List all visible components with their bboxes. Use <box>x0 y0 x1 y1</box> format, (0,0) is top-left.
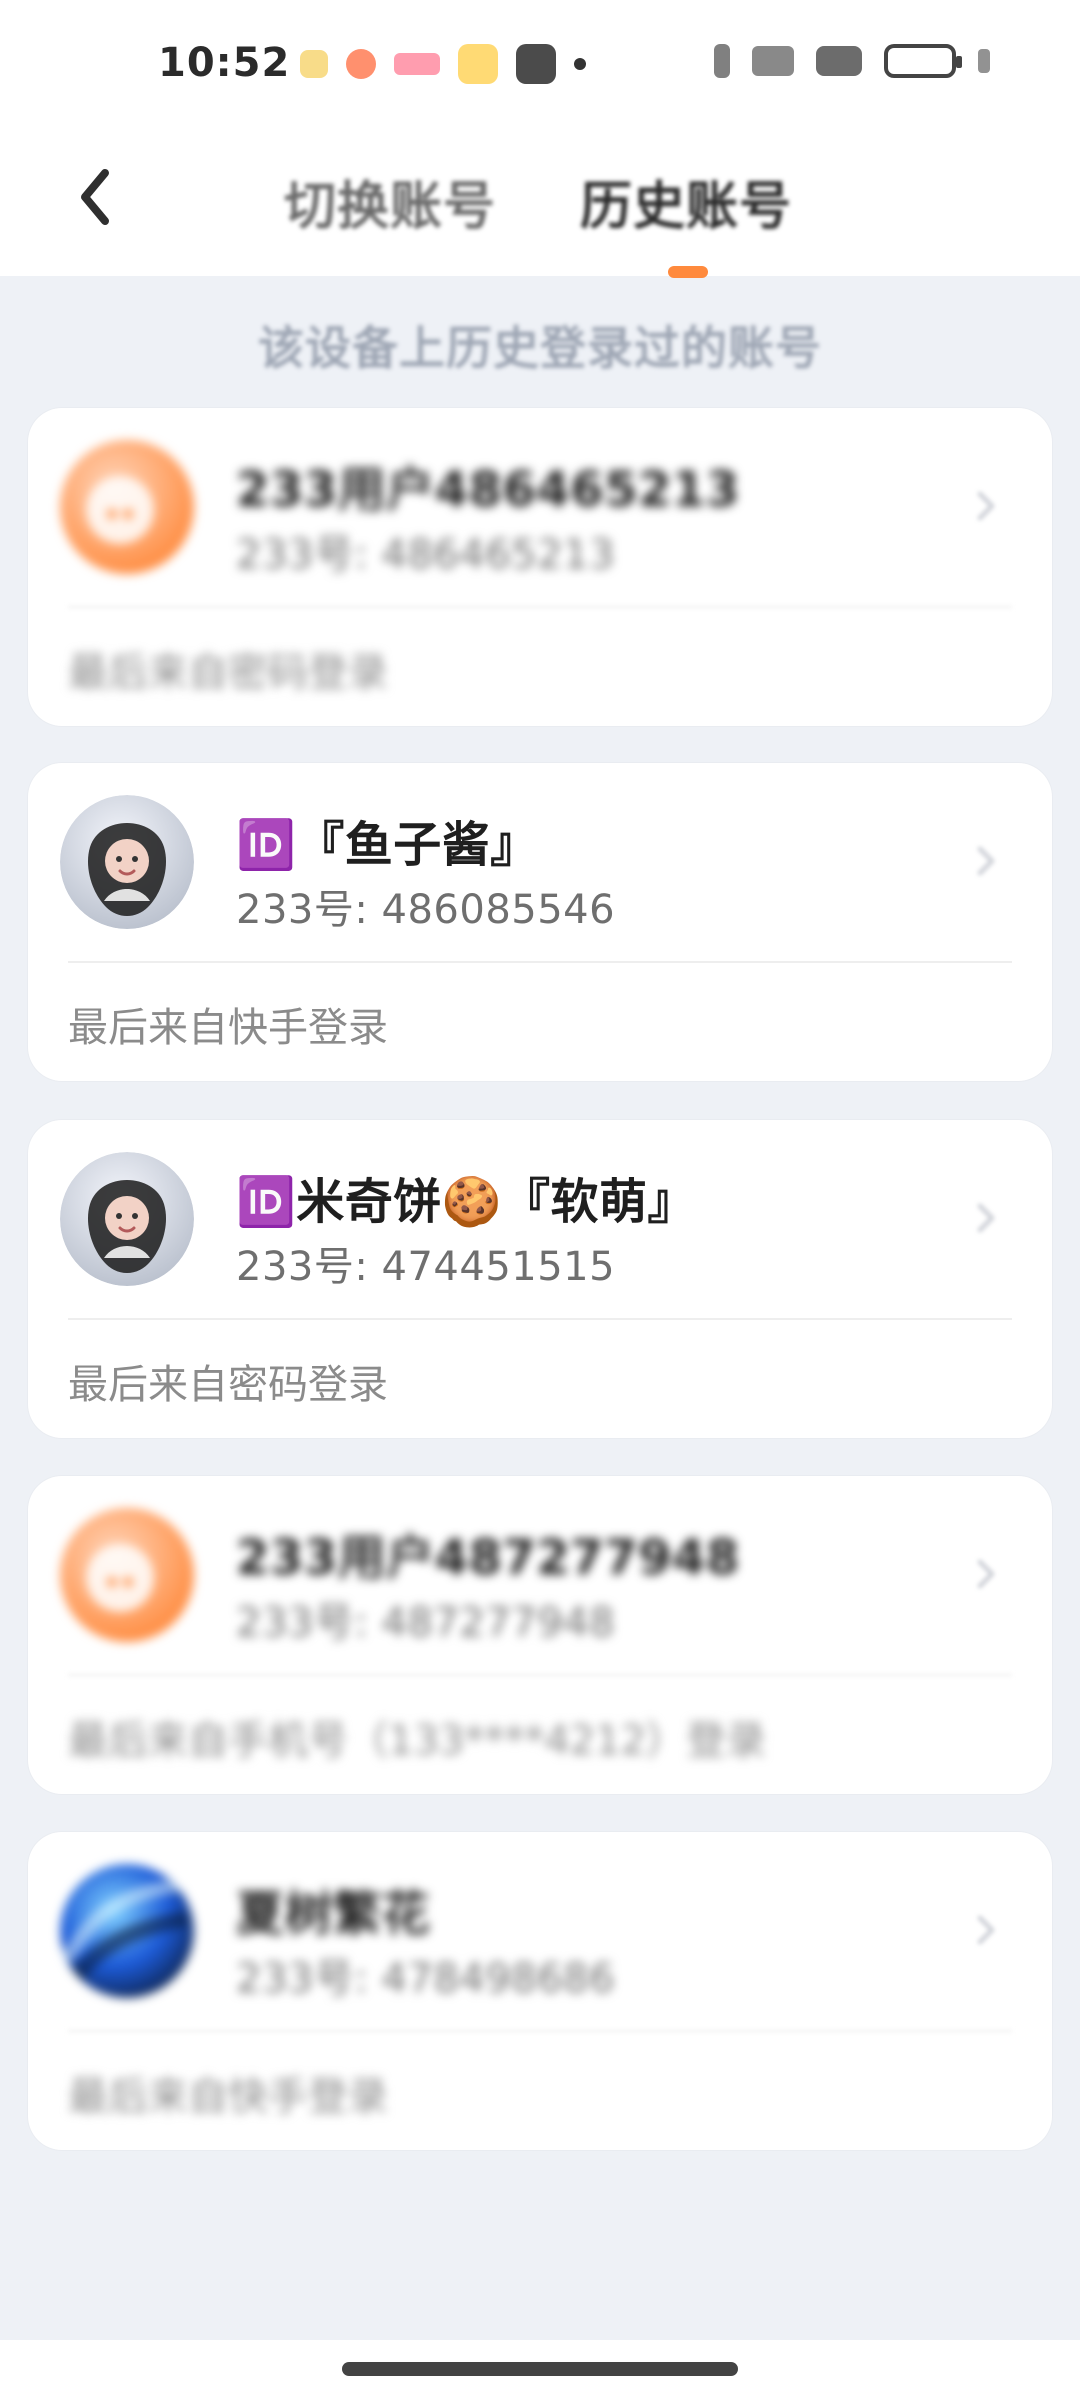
app-icon <box>458 44 498 84</box>
chevron-right-icon <box>977 1203 995 1233</box>
chevron-right-icon <box>977 846 995 876</box>
card-divider <box>68 606 1012 608</box>
account-card[interactable]: 233用户486465213 233号: 486465213 最后来自密码登录 <box>28 408 1052 726</box>
account-card[interactable]: 233用户487277948 233号: 487277948 最后来自手机号（1… <box>28 1476 1052 1794</box>
chevron-right-icon <box>977 491 995 521</box>
last-login-text: 最后来自快手登录 <box>68 1005 388 1051</box>
last-login-text: 最后来自快手登录 <box>68 2074 388 2120</box>
notification-dot-icon <box>574 58 586 70</box>
last-login-text: 最后来自手机号（133****4212）登录 <box>68 1718 767 1764</box>
avatar <box>60 1508 194 1642</box>
default-avatar-icon <box>60 1508 194 1642</box>
charging-icon <box>978 49 990 73</box>
account-uid: 233号: 486465213 <box>236 532 616 578</box>
account-name: 🆔米奇饼🍪『软萌』 <box>236 1174 697 1230</box>
chevron-right-icon <box>977 1559 995 1589</box>
card-divider <box>68 1318 1012 1320</box>
top-bar: 10:52 切换账号 历史账号 <box>0 0 1080 278</box>
account-name: 🆔『鱼子酱』 <box>236 817 539 873</box>
bluetooth-icon <box>714 44 730 78</box>
account-uid: 233号: 486085546 <box>236 887 616 933</box>
account-name: 夏树繁花 <box>236 1886 431 1942</box>
account-name: 233用户487277948 <box>236 1530 740 1586</box>
account-uid: 233号: 487277948 <box>236 1600 616 1646</box>
home-indicator[interactable] <box>342 2362 738 2376</box>
status-bar: 10:52 <box>0 0 1080 140</box>
status-time: 10:52 <box>158 40 291 86</box>
wifi-icon <box>816 46 862 76</box>
card-divider <box>68 2030 1012 2032</box>
tab-switch-account[interactable]: 切换账号 <box>284 164 496 239</box>
app-icon <box>516 44 556 84</box>
status-icons-left <box>300 44 586 84</box>
signal-icon <box>752 46 794 76</box>
profile-photo-icon <box>60 795 194 929</box>
card-divider <box>68 961 1012 963</box>
profile-photo-icon <box>60 1864 194 1998</box>
avatar <box>60 440 194 574</box>
profile-photo-icon <box>60 1152 194 1286</box>
app-icon <box>346 49 376 79</box>
app-icon <box>394 53 440 75</box>
card-divider <box>68 1674 1012 1676</box>
account-name: 233用户486465213 <box>236 462 740 518</box>
account-card[interactable]: 夏树繁花 233号: 478498686 最后来自快手登录 <box>28 1832 1052 2150</box>
last-login-text: 最后来自密码登录 <box>68 650 388 696</box>
history-subtitle: 该设备上历史登录过的账号 <box>258 321 822 375</box>
chevron-right-icon <box>977 1915 995 1945</box>
default-avatar-icon <box>60 440 194 574</box>
avatar <box>60 1864 194 1998</box>
app-icon <box>300 50 328 78</box>
avatar <box>60 1152 194 1286</box>
account-uid: 233号: 478498686 <box>236 1956 616 2002</box>
account-card[interactable]: 🆔米奇饼🍪『软萌』 233号: 474451515 最后来自密码登录 <box>28 1120 1052 1438</box>
last-login-text: 最后来自密码登录 <box>68 1362 388 1408</box>
avatar <box>60 795 194 929</box>
tab-history-account[interactable]: 历史账号 <box>580 164 792 239</box>
account-tabs: 切换账号 历史账号 <box>0 150 1080 260</box>
account-card[interactable]: 🆔『鱼子酱』 233号: 486085546 最后来自快手登录 <box>28 763 1052 1081</box>
account-uid: 233号: 474451515 <box>236 1244 616 1290</box>
status-icons-right <box>714 44 990 78</box>
active-tab-indicator <box>668 266 708 278</box>
battery-icon <box>884 44 962 78</box>
